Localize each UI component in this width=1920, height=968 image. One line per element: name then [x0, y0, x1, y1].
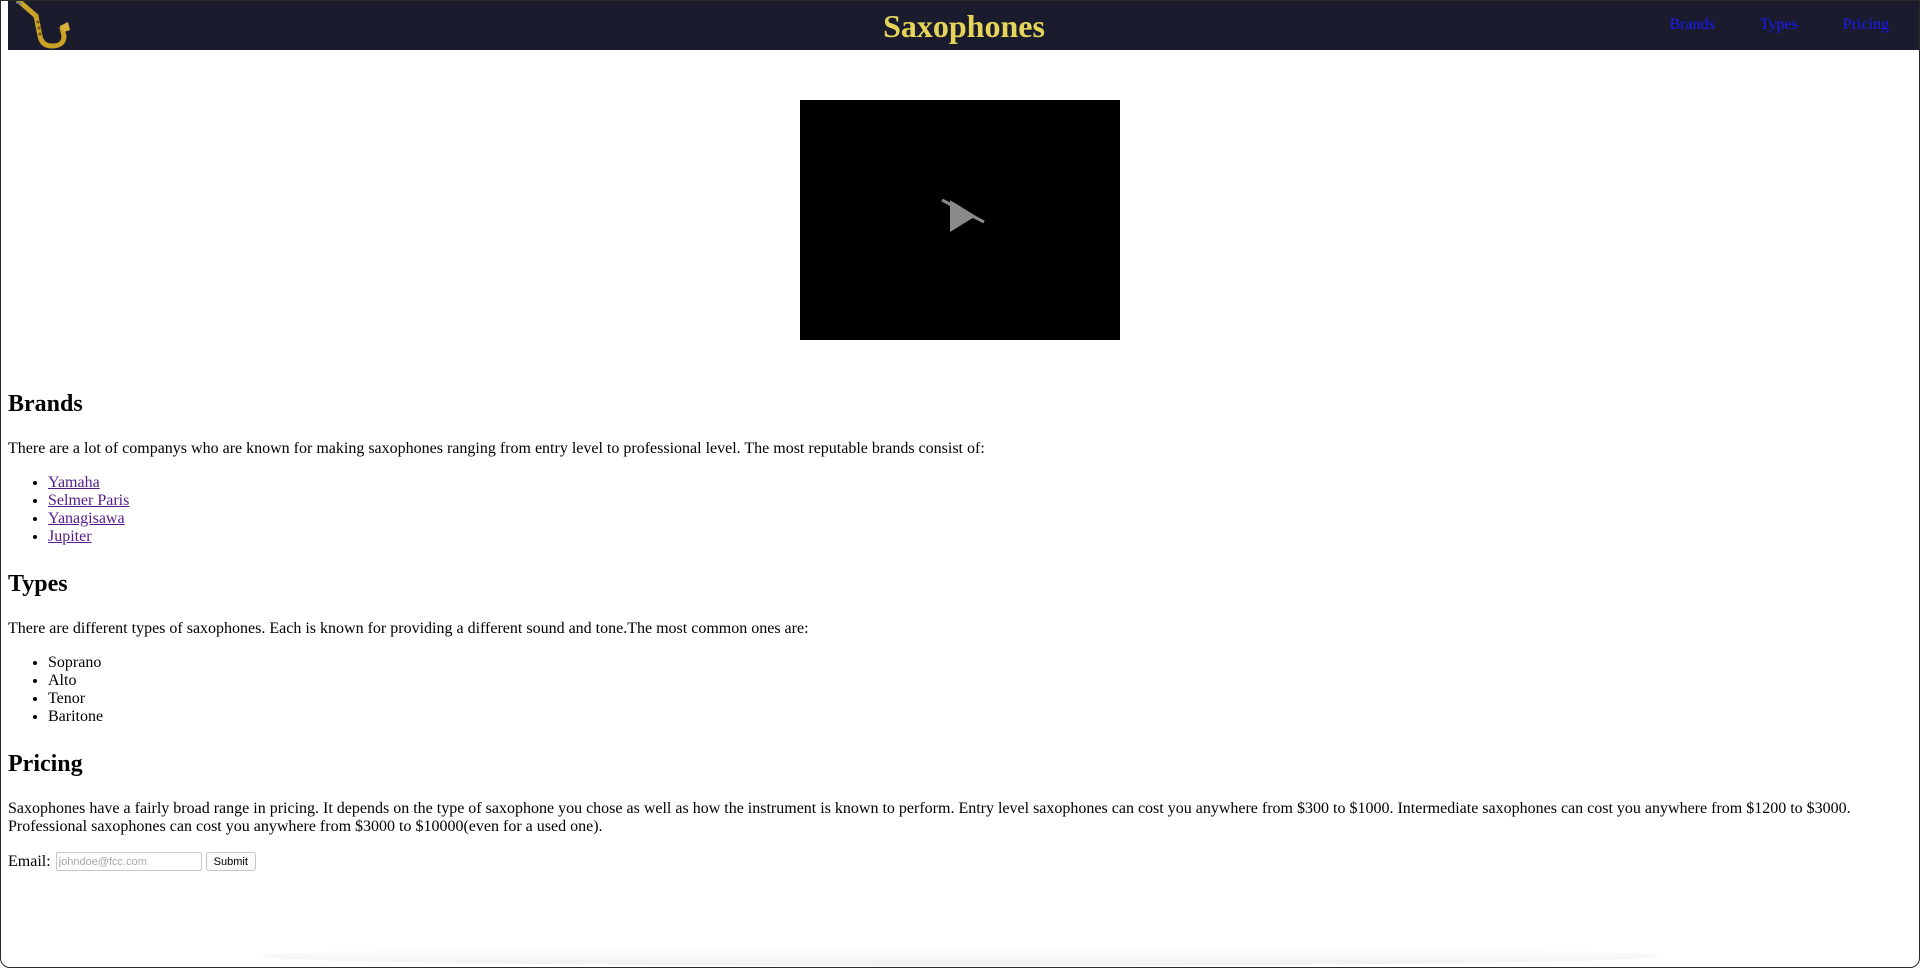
types-heading: Types [8, 571, 68, 597]
list-item: Soprano [48, 654, 1888, 672]
nav-link-brands[interactable]: Brands [1669, 16, 1714, 34]
list-item: Alto [48, 672, 1888, 690]
brands-heading: Brands [8, 391, 83, 417]
brands-list: Yamaha Selmer Paris Yanagisawa Jupiter [8, 474, 1888, 546]
pricing-heading: Pricing [8, 751, 83, 777]
list-item: Yamaha [48, 474, 1888, 492]
types-description: There are different types of saxophones.… [8, 620, 809, 637]
brands-description: There are a lot of companys who are know… [8, 440, 985, 457]
header-bar: Saxophones Brands Types Pricing [8, 0, 1920, 50]
window-bottom-shadow [260, 946, 1660, 966]
list-item: Selmer Paris [48, 492, 1888, 510]
nav-bar: Brands Types Pricing [1624, 16, 1889, 34]
nav-link-pricing[interactable]: Pricing [1843, 16, 1889, 34]
pricing-description: Saxophones have a fairly broad range in … [8, 800, 1851, 835]
list-item: Baritone [48, 708, 1888, 726]
page: Saxophones Brands Types Pricing Brands T… [0, 0, 1920, 968]
email-label: Email: [8, 852, 51, 870]
submit-button[interactable]: Submit [205, 852, 256, 871]
list-item: Jupiter [48, 528, 1888, 546]
list-item: Yanagisawa [48, 510, 1888, 528]
list-item: Tenor [48, 690, 1888, 708]
brand-link-yamaha[interactable]: Yamaha [48, 474, 100, 491]
email-input[interactable] [55, 852, 202, 871]
video-player[interactable] [800, 100, 1120, 340]
brands-section: Brands There are a lot of companys who a… [8, 386, 1888, 546]
brand-link-yanagisawa[interactable]: Yanagisawa [48, 510, 125, 527]
brand-link-jupiter[interactable]: Jupiter [48, 528, 92, 545]
saxophone-icon [15, 0, 70, 49]
video-disabled-icon [941, 195, 987, 232]
nav-link-types[interactable]: Types [1760, 16, 1798, 34]
email-form: Email: Submit [8, 852, 1888, 871]
main-content: Brands There are a lot of companys who a… [8, 386, 1888, 871]
pricing-section: Pricing Saxophones have a fairly broad r… [8, 746, 1888, 836]
types-section: Types There are different types of saxop… [8, 566, 1888, 726]
brand-link-selmer-paris[interactable]: Selmer Paris [48, 492, 129, 509]
types-list: Soprano Alto Tenor Baritone [8, 654, 1888, 726]
